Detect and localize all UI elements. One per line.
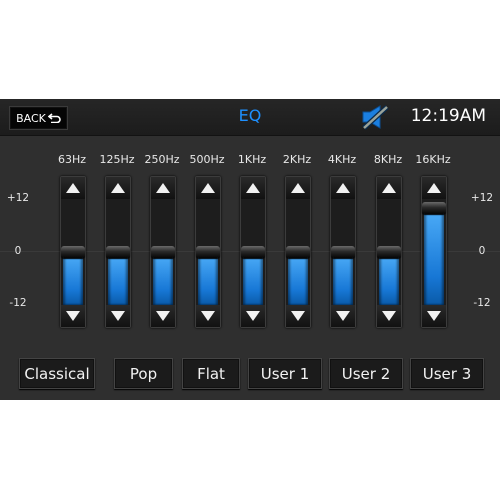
arrow-down-icon [382,311,396,321]
slider-knob[interactable] [61,246,85,258]
eq-slider-63hz[interactable] [60,176,86,328]
level-fill [424,211,444,305]
level-fill [288,256,308,305]
eq-slider-1khz[interactable] [240,176,266,328]
arrow-up-icon [111,183,125,193]
decrease-button[interactable] [196,305,220,327]
slider-knob[interactable] [422,201,446,214]
clock: 12:19AM [410,106,486,126]
band-label: 500Hz [189,153,225,166]
decrease-button[interactable] [61,305,85,327]
arrow-up-icon [427,183,441,193]
level-fill [63,256,83,305]
decrease-button[interactable] [151,305,175,327]
increase-button[interactable] [422,177,446,199]
level-fill [333,256,353,305]
scale-min-right: -12 [473,297,491,309]
scale-min-left: -12 [9,297,27,309]
arrow-down-icon [336,311,350,321]
band-label: 250Hz [144,153,180,166]
eq-slider-8khz[interactable] [376,176,402,328]
band-label: 1KHz [237,153,267,166]
increase-button[interactable] [61,177,85,199]
slider-knob[interactable] [331,246,355,258]
level-fill [108,256,128,305]
arrow-up-icon [291,183,305,193]
arrow-down-icon [291,311,305,321]
preset-user-3-button[interactable]: User 3 [410,358,484,389]
eq-slider-4khz[interactable] [330,176,356,328]
scale-zero-left: 0 [14,245,22,257]
increase-button[interactable] [331,177,355,199]
arrow-down-icon [111,311,125,321]
slider-knob[interactable] [377,246,401,258]
slider-knob[interactable] [286,246,310,258]
slider-knob[interactable] [106,246,130,258]
increase-button[interactable] [151,177,175,199]
decrease-button[interactable] [286,305,310,327]
preset-pop-button[interactable]: Pop [114,358,173,389]
increase-button[interactable] [241,177,265,199]
decrease-button[interactable] [106,305,130,327]
eq-slider-500hz[interactable] [195,176,221,328]
preset-flat-button[interactable]: Flat [182,358,240,389]
scale-max-right: +12 [470,192,494,204]
arrow-up-icon [201,183,215,193]
increase-button[interactable] [106,177,130,199]
slider-knob[interactable] [196,246,220,258]
arrow-up-icon [156,183,170,193]
eq-slider-16khz[interactable] [421,176,447,328]
arrow-up-icon [382,183,396,193]
scale-zero-right: 0 [478,245,486,257]
band-label: 16KHz [415,153,451,166]
arrow-down-icon [427,311,441,321]
scale-max-left: +12 [6,192,30,204]
arrow-down-icon [66,311,80,321]
preset-user-2-button[interactable]: User 2 [329,358,403,389]
increase-button[interactable] [377,177,401,199]
level-fill [198,256,218,305]
level-fill [379,256,399,305]
decrease-button[interactable] [241,305,265,327]
preset-user-1-button[interactable]: User 1 [248,358,322,389]
eq-slider-2khz[interactable] [285,176,311,328]
band-label: 2KHz [282,153,312,166]
band-label: 63Hz [57,153,87,166]
band-label: 4KHz [327,153,357,166]
increase-button[interactable] [196,177,220,199]
eq-slider-250hz[interactable] [150,176,176,328]
arrow-up-icon [246,183,260,193]
eq-slider-125hz[interactable] [105,176,131,328]
slider-knob[interactable] [151,246,175,258]
decrease-button[interactable] [377,305,401,327]
band-label: 8KHz [373,153,403,166]
level-fill [243,256,263,305]
preset-classical-button[interactable]: Classical [19,358,95,389]
level-fill [153,256,173,305]
arrow-down-icon [201,311,215,321]
increase-button[interactable] [286,177,310,199]
header-bar: BACK EQ 12:19AM [0,99,500,136]
arrow-up-icon [336,183,350,193]
slider-knob[interactable] [241,246,265,258]
decrease-button[interactable] [422,305,446,327]
arrow-down-icon [156,311,170,321]
arrow-down-icon [246,311,260,321]
arrow-up-icon [66,183,80,193]
speaker-muted-icon[interactable] [360,104,390,130]
decrease-button[interactable] [331,305,355,327]
band-label: 125Hz [99,153,135,166]
